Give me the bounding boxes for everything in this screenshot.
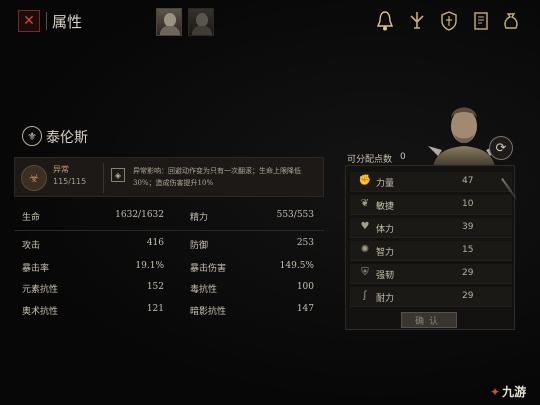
attribute-value: 15 — [462, 245, 474, 255]
dragon-emblem-icon: ⚜ — [22, 126, 42, 146]
top-bar: ✕ 属性 — [0, 0, 540, 44]
stat-label: 生命 — [22, 213, 41, 223]
stat-label: 攻击 — [22, 241, 41, 251]
header-divider — [46, 12, 47, 30]
attribute-row-strength[interactable]: ✊ 力量 47 — [350, 172, 512, 192]
feather-icon: ❦ — [360, 198, 370, 209]
stat-label: 暗影抗性 — [190, 307, 227, 317]
stat-value: 147 — [296, 304, 314, 314]
attribute-label: 智力 — [376, 248, 395, 258]
attribute-label: 敏捷 — [376, 202, 395, 212]
page-title: 属性 — [52, 13, 83, 31]
attribute-panel: ✊ 力量 47 ❦ 敏捷 10 ♥ 体力 39 ✺ 智力 15 ⛨ 强韧 29 … — [345, 165, 515, 330]
pouch-icon[interactable] — [500, 9, 522, 33]
stat-value: 553/553 — [276, 210, 314, 220]
book-icon[interactable] — [470, 9, 492, 33]
shield-crest-icon[interactable] — [438, 9, 460, 33]
attribute-label: 耐力 — [376, 294, 395, 304]
status-effect-text: 异常影响：回避动作变为只有一次翻滚；生命上限降低30%；造成伤害提升10% — [133, 167, 301, 187]
stat-value: 253 — [296, 238, 314, 248]
points-value: 0 — [400, 152, 406, 162]
watermark-logo: ✦ 九游 — [490, 383, 526, 400]
stat-label: 防御 — [190, 241, 209, 251]
attribute-row-endurance[interactable]: ʃ 耐力 29 — [350, 287, 512, 307]
stat-value: 152 — [146, 282, 164, 292]
stat-label: 精力 — [190, 213, 209, 223]
stat-label: 奥术抗性 — [22, 307, 59, 317]
attribute-row-vitality[interactable]: ♥ 体力 39 — [350, 218, 512, 238]
status-panel: ☣ 异常 115/115 ◈ 异常影响：回避动作变为只有一次翻滚；生命上限降低3… — [14, 157, 324, 197]
stat-label: 暴击伤害 — [190, 264, 227, 274]
character-name: 泰伦斯 — [46, 130, 88, 146]
points-label: 可分配点数 — [347, 155, 393, 165]
stat-row: 奥术抗性 121 暗影抗性 147 — [22, 304, 322, 324]
stat-value: 416 — [146, 238, 164, 248]
reset-button[interactable]: ⟳ — [489, 136, 513, 160]
stat-label: 暴击率 — [22, 264, 50, 274]
close-x-icon: ✕ — [23, 13, 35, 29]
fist-icon: ✊ — [358, 175, 372, 186]
hero-portrait-2[interactable] — [188, 8, 214, 36]
status-value: 115/115 — [53, 177, 87, 186]
watermark-text: 九游 — [502, 385, 527, 399]
leg-icon: ʃ — [363, 290, 367, 301]
stat-row: 暴击率 19.1% 暴击伤害 149.5% — [22, 261, 322, 281]
attribute-value: 29 — [462, 291, 474, 301]
stat-label: 元素抗性 — [22, 285, 59, 295]
stat-label: 毒抗性 — [190, 285, 218, 295]
stat-value: 19.1% — [135, 261, 164, 271]
brain-icon: ✺ — [360, 244, 370, 255]
stat-row: 元素抗性 152 毒抗性 100 — [22, 282, 322, 302]
attribute-label: 力量 — [376, 179, 395, 189]
attribute-value: 10 — [462, 199, 474, 209]
stat-value: 1632/1632 — [115, 210, 164, 220]
heart-body-icon: ♥ — [360, 221, 370, 232]
attribute-value: 39 — [462, 222, 474, 232]
attribute-value: 47 — [462, 176, 474, 186]
stat-value: 149.5% — [279, 261, 314, 271]
hero-portrait-1[interactable] — [156, 8, 182, 36]
armor-icon: ⛨ — [361, 267, 369, 278]
anomaly-icon: ☣ — [21, 165, 47, 191]
attribute-value: 29 — [462, 268, 474, 278]
attribute-row-intelligence[interactable]: ✺ 智力 15 — [350, 241, 512, 261]
close-button[interactable]: ✕ — [18, 10, 40, 32]
hand-bell-icon[interactable] — [374, 9, 396, 33]
reset-cycle-icon: ⟳ — [495, 140, 507, 156]
stat-value: 121 — [146, 304, 164, 314]
stat-row: 攻击 416 防御 253 — [22, 238, 322, 258]
attribute-label: 强韧 — [376, 271, 395, 281]
effect-icon: ◈ — [111, 168, 125, 182]
stat-value: 100 — [296, 282, 314, 292]
stats-divider — [14, 230, 324, 231]
status-divider — [103, 163, 104, 193]
stat-row: 生命 1632/1632 精力 553/553 — [22, 210, 322, 230]
hero-bust-portrait — [428, 107, 500, 172]
watermark-mark-icon: ✦ — [490, 385, 501, 399]
status-name: 异常 — [53, 165, 69, 174]
confirm-button[interactable]: 确认 — [401, 312, 457, 328]
attribute-row-toughness[interactable]: ⛨ 强韧 29 — [350, 264, 512, 284]
attribute-row-agility[interactable]: ❦ 敏捷 10 — [350, 195, 512, 215]
attribute-label: 体力 — [376, 225, 395, 235]
sword-emblem-icon[interactable] — [406, 9, 428, 33]
